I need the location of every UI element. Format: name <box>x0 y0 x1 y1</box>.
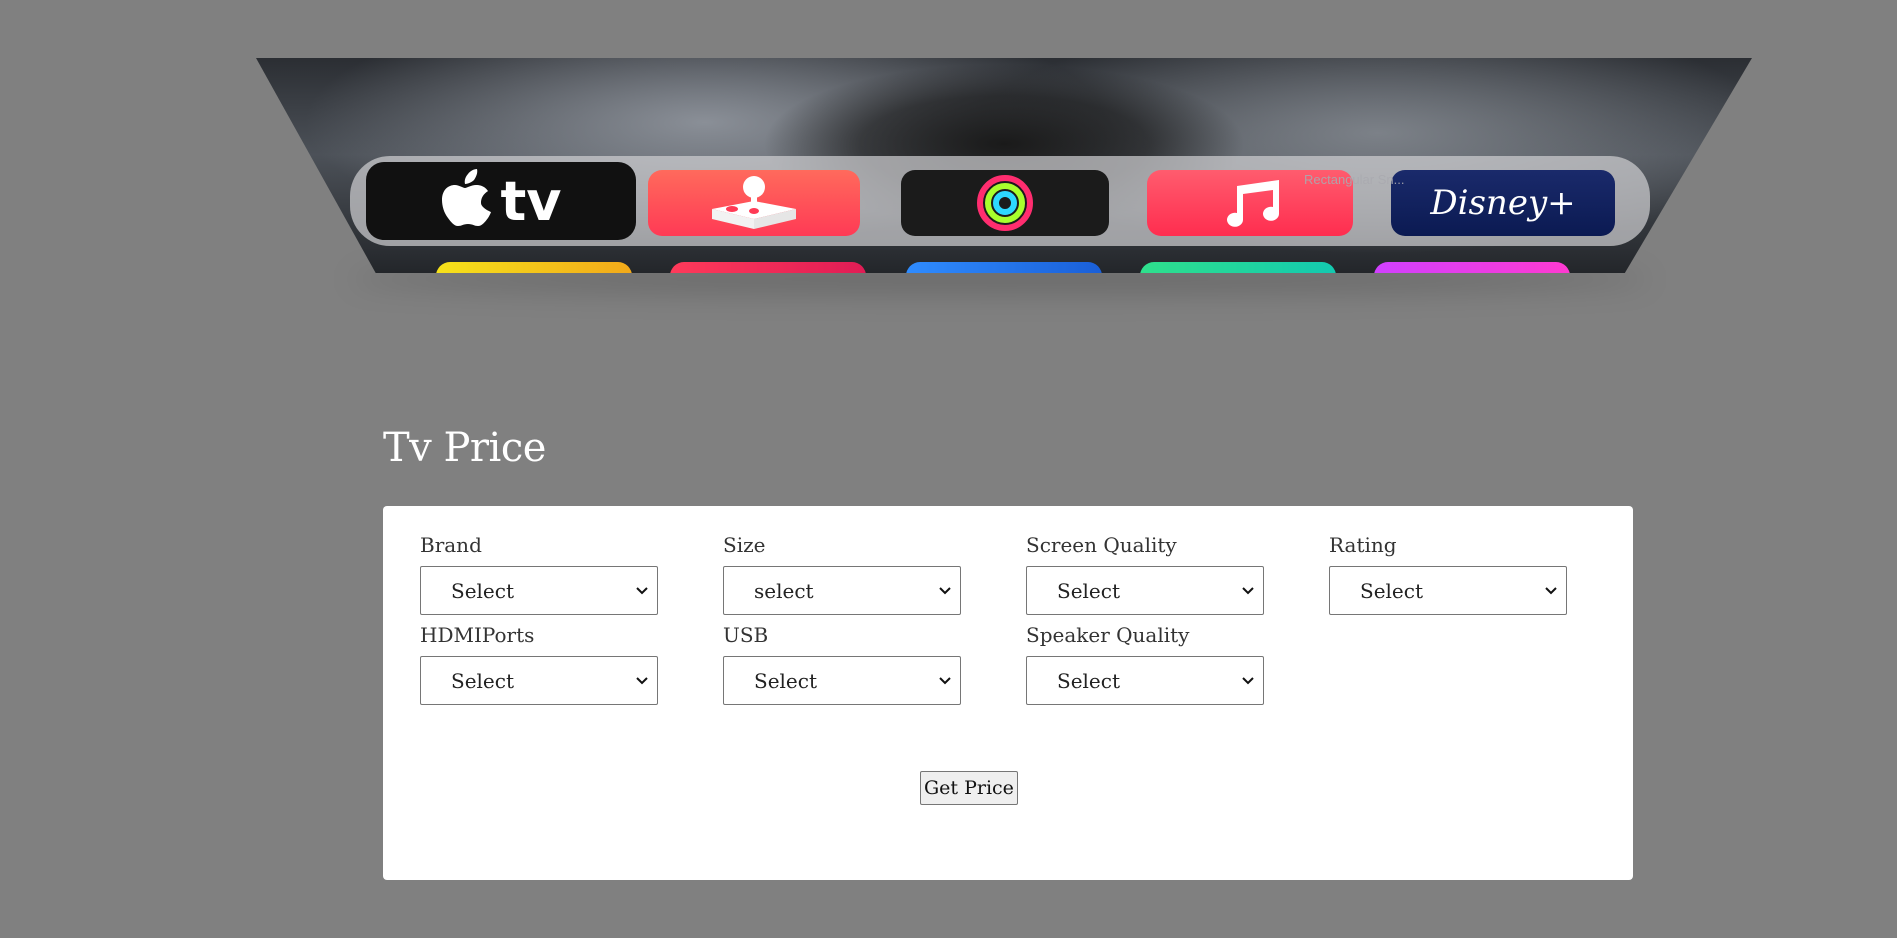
chevron-down-icon <box>938 584 952 598</box>
fitness-app-tile <box>901 170 1109 236</box>
brand-select-value: Select <box>451 578 515 603</box>
activity-rings-icon <box>977 175 1033 231</box>
screen-quality-field: Screen Quality Select <box>1026 530 1264 615</box>
screen-quality-label: Screen Quality <box>1026 533 1177 557</box>
screen-quality-select-value: Select <box>1057 578 1121 603</box>
screen-quality-select[interactable]: Select <box>1026 566 1264 615</box>
hdmi-ports-label: HDMIPorts <box>420 623 535 647</box>
ghost-overlay-text: Rectangular Sn... <box>1304 172 1405 187</box>
size-select[interactable]: select <box>723 566 961 615</box>
arcade-app-tile <box>648 170 860 236</box>
speaker-quality-label: Speaker Quality <box>1026 623 1190 647</box>
brand-select[interactable]: Select <box>420 566 658 615</box>
page-title: Tv Price <box>383 425 546 471</box>
hdmi-ports-select-value: Select <box>451 668 515 693</box>
usb-select-value: Select <box>754 668 818 693</box>
speaker-quality-select[interactable]: Select <box>1026 656 1264 705</box>
brand-label: Brand <box>420 533 482 557</box>
brand-field: Brand Select <box>420 530 658 615</box>
hdmi-ports-select[interactable]: Select <box>420 656 658 705</box>
chevron-down-icon <box>1241 584 1255 598</box>
hdmi-ports-field: HDMIPorts Select <box>420 620 658 705</box>
speaker-quality-field: Speaker Quality Select <box>1026 620 1264 705</box>
chevron-down-icon <box>635 674 649 688</box>
size-label: Size <box>723 533 766 557</box>
usb-field: USB Select <box>723 620 961 705</box>
speaker-quality-select-value: Select <box>1057 668 1121 693</box>
joystick-icon <box>712 176 796 229</box>
rating-label: Rating <box>1329 533 1397 557</box>
chevron-down-icon <box>938 674 952 688</box>
apple-tv-label: tv <box>500 169 562 233</box>
chevron-down-icon <box>635 584 649 598</box>
usb-label: USB <box>723 623 769 647</box>
size-select-value: select <box>754 578 814 603</box>
price-form-card: Brand Select Size select Screen Quality … <box>383 506 1633 880</box>
chevron-down-icon <box>1544 584 1558 598</box>
get-price-button[interactable]: Get Price <box>920 771 1018 805</box>
chevron-down-icon <box>1241 674 1255 688</box>
tv-hero-banner: tv Disney+ Rectangular Sn... <box>256 58 1752 273</box>
apple-logo-icon <box>442 169 492 226</box>
apple-tv-app-tile: tv <box>366 162 636 240</box>
usb-select[interactable]: Select <box>723 656 961 705</box>
rating-field: Rating Select <box>1329 530 1567 615</box>
size-field: Size select <box>723 530 961 615</box>
rating-select-value: Select <box>1360 578 1424 603</box>
music-note-icon <box>1227 180 1279 227</box>
disney-plus-logo-icon: Disney+ <box>1430 183 1576 223</box>
rating-select[interactable]: Select <box>1329 566 1567 615</box>
disney-plus-app-tile: Disney+ <box>1391 170 1615 236</box>
